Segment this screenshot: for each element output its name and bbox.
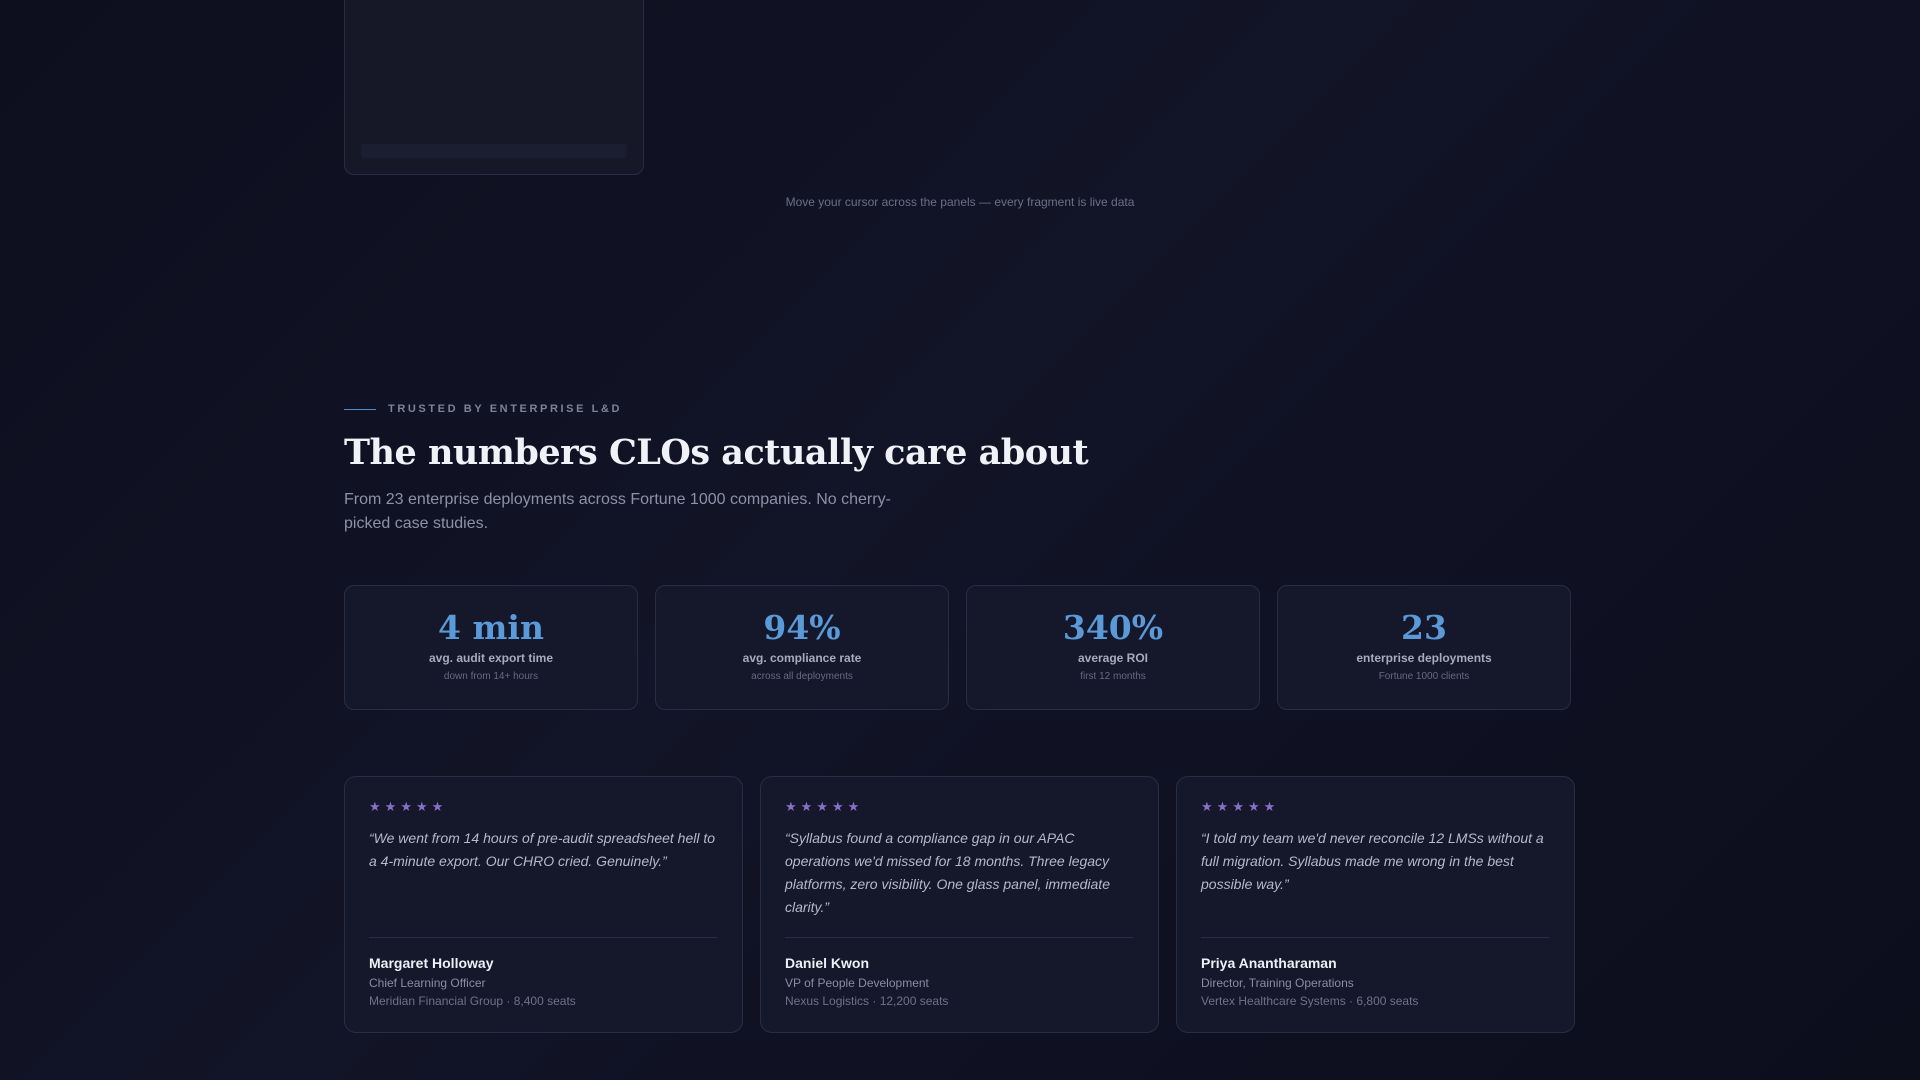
star-rating: ★ ★ ★ ★ ★: [785, 799, 1134, 815]
star-icon: ★: [1247, 799, 1260, 814]
divider: [369, 937, 718, 938]
section-lead: From 23 enterprise deployments across Fo…: [344, 491, 891, 532]
star-icon: ★: [1216, 799, 1229, 814]
hover-hint: Move your cursor across the panels — eve…: [785, 195, 1135, 209]
divider: [1201, 937, 1550, 938]
stat-value: 94%: [763, 608, 841, 647]
eyebrow-label: TRUSTED BY ENTERPRISE L&D: [388, 403, 623, 415]
author-role: VP of People Development: [785, 976, 929, 990]
testimonial-card: ★ ★ ★ ★ ★ “We went from 14 hours of pre-audi…: [344, 776, 743, 1033]
divider: [785, 937, 1134, 938]
author-role: Director, Training Operations: [1201, 976, 1354, 990]
star-icon: ★: [1201, 799, 1213, 814]
author-org: Nexus Logistics · 12,200 seats: [785, 994, 949, 1008]
star-rating: ★ ★ ★ ★ ★: [1201, 799, 1550, 815]
star-rating: ★ ★ ★ ★ ★: [369, 799, 718, 815]
stat-sub: down from 14+ hours: [443, 671, 539, 682]
stat-label: avg. audit export time: [428, 651, 554, 665]
testimonial-card: ★ ★ ★ ★ ★ “I told my team we'd never reconci…: [1176, 776, 1575, 1033]
star-icon: ★: [816, 799, 828, 814]
stat-card-roi: 340% average ROI first 12 months: [966, 585, 1260, 710]
eyebrow: TRUSTED BY ENTERPRISE L&D: [344, 403, 622, 415]
section-title: The numbers CLOs actually care about: [344, 432, 1089, 473]
star-icon: ★: [847, 799, 860, 814]
live-data-panel[interactable]: [344, 0, 644, 175]
testimonial-quote: “Syllabus found a compliance gap in our …: [785, 830, 1110, 915]
stat-label: average ROI: [1077, 651, 1149, 665]
star-icon: ★: [369, 799, 381, 814]
panel-bar: [361, 144, 627, 158]
star-icon: ★: [1232, 799, 1244, 814]
star-icon: ★: [400, 799, 412, 814]
stat-label: enterprise deployments: [1356, 651, 1492, 665]
star-icon: ★: [384, 799, 397, 814]
eyebrow-line: [344, 408, 376, 410]
stat-value: 4 min: [438, 608, 544, 647]
author-org: Meridian Financial Group · 8,400 seats: [369, 994, 576, 1008]
author-name: Margaret Holloway: [369, 955, 494, 971]
author-name: Daniel Kwon: [785, 955, 870, 971]
star-icon: ★: [800, 799, 813, 814]
testimonials-row: ★ ★ ★ ★ ★ “We went from 14 hours of pre-audi…: [344, 776, 1575, 1033]
star-icon: ★: [1263, 799, 1276, 814]
stat-sub: first 12 months: [1080, 671, 1146, 682]
testimonial-card: ★ ★ ★ ★ ★ “Syllabus found a compliance gap i…: [760, 776, 1159, 1033]
testimonial-quote: “I told my team we'd never reconcile 12 …: [1201, 830, 1544, 892]
author-role: Chief Learning Officer: [369, 976, 486, 990]
stat-card-deployments: 23 enterprise deployments Fortune 1000 c…: [1277, 585, 1571, 710]
star-icon: ★: [431, 799, 444, 814]
author-org: Vertex Healthcare Systems · 6,800 seats: [1201, 994, 1419, 1008]
stat-value: 23: [1401, 608, 1447, 647]
stat-sub: Fortune 1000 clients: [1378, 671, 1470, 682]
star-icon: ★: [785, 799, 797, 814]
author-name: Priya Anantharaman: [1201, 955, 1337, 971]
testimonial-quote: “We went from 14 hours of pre-audit spre…: [369, 830, 716, 869]
stat-value: 340%: [1062, 608, 1164, 647]
stat-card-audit-time: 4 min avg. audit export time down from 1…: [344, 585, 638, 710]
stat-label: avg. compliance rate: [742, 651, 862, 665]
stats-row: 4 min avg. audit export time down from 1…: [344, 585, 1571, 710]
stat-sub: across all deployments: [751, 671, 853, 682]
star-icon: ★: [415, 799, 428, 814]
stat-card-compliance-rate: 94% avg. compliance rate across all depl…: [655, 585, 949, 710]
star-icon: ★: [831, 799, 844, 814]
